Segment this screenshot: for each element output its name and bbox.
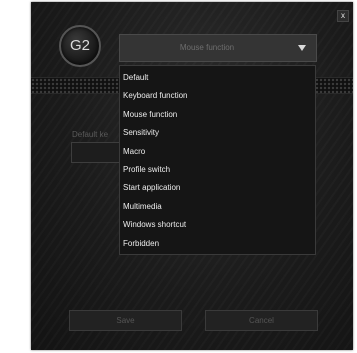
save-button[interactable]: Save (69, 310, 182, 331)
menu-item-sensitivity[interactable]: Sensitivity (120, 124, 315, 142)
cancel-button[interactable]: Cancel (205, 310, 318, 331)
menu-item-multimedia[interactable]: Multimedia (120, 198, 315, 216)
close-button[interactable]: x (337, 10, 349, 22)
chevron-down-icon (298, 45, 306, 51)
function-dropdown-menu: Default Keyboard function Mouse function… (119, 65, 316, 255)
menu-item-windows-shortcut[interactable]: Windows shortcut (120, 216, 315, 234)
menu-item-macro[interactable]: Macro (120, 143, 315, 161)
menu-item-keyboard-function[interactable]: Keyboard function (120, 87, 315, 105)
menu-item-forbidden[interactable]: Forbidden (120, 235, 315, 253)
menu-item-mouse-function[interactable]: Mouse function (120, 106, 315, 124)
profile-badge: G2 (59, 25, 101, 67)
function-select-value: Mouse function (179, 43, 235, 52)
function-select[interactable]: Mouse function (119, 34, 317, 62)
button-config-dialog: x G2 Mouse function Default ke Default K… (31, 2, 353, 350)
menu-item-profile-switch[interactable]: Profile switch (120, 161, 315, 179)
default-key-label: Default ke (72, 130, 109, 139)
menu-item-default[interactable]: Default (120, 69, 315, 87)
menu-item-start-application[interactable]: Start application (120, 179, 315, 197)
